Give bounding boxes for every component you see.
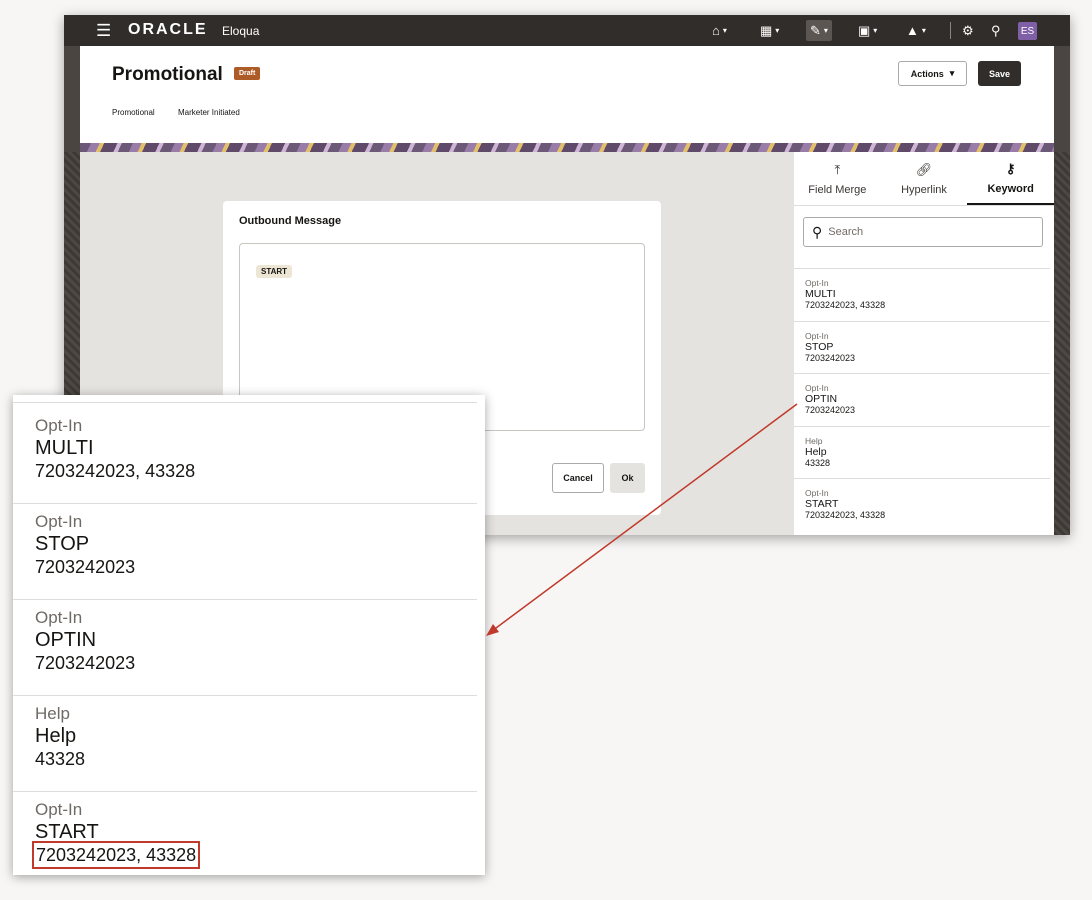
callout-arrow (486, 403, 798, 636)
arrow-head (486, 624, 499, 636)
arrow-line (491, 403, 798, 632)
